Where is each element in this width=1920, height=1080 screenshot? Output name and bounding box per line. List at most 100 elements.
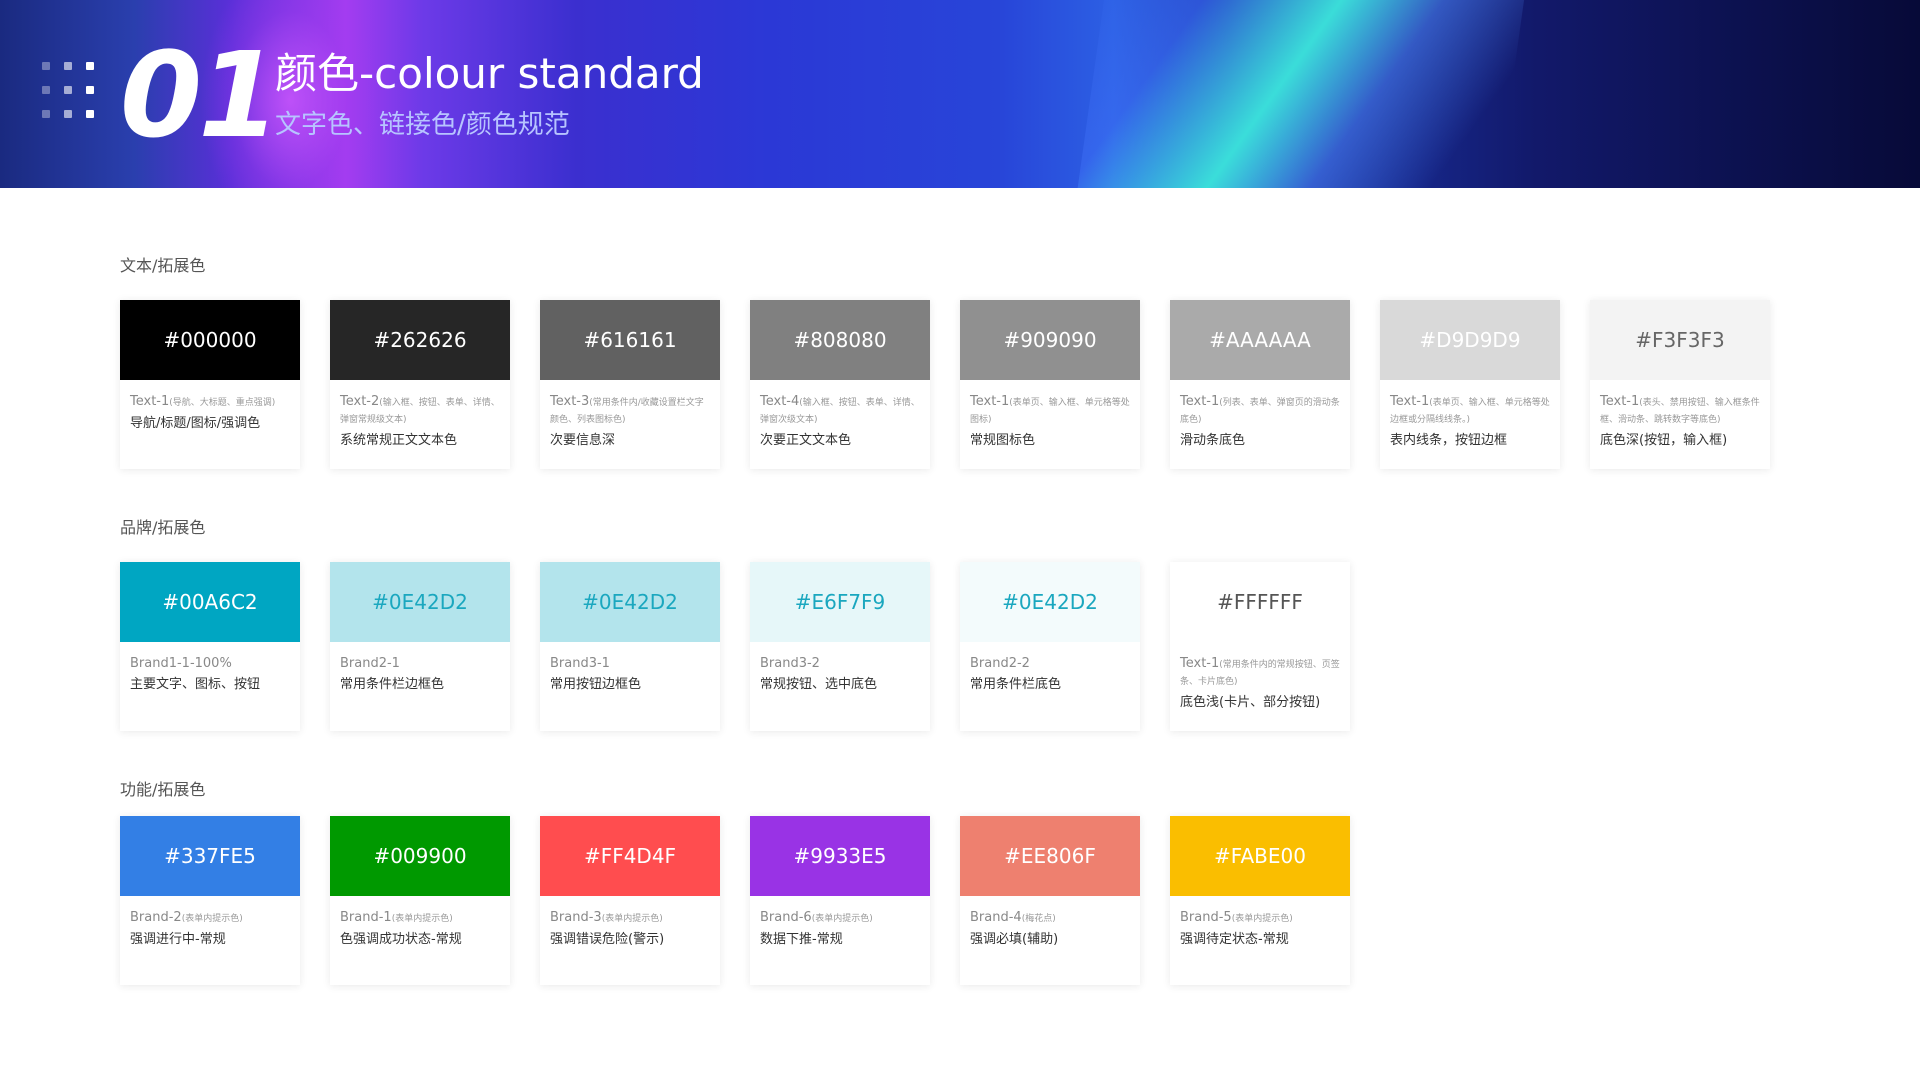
color-code-line: Text-1(表头、禁用按钮、输入框条件框、滑动条、跳转数字等底色) [1600, 394, 1760, 428]
color-info: Brand-6(表单内提示色) 数据下推-常规 [750, 896, 930, 949]
color-code: Brand3-2 [760, 656, 820, 671]
color-description: 常规图标色 [970, 433, 1036, 448]
color-code-line: Brand-1(表单内提示色) [340, 910, 500, 927]
color-code: Text-1 [1390, 394, 1430, 409]
color-usage-note: (表单内提示色) [811, 914, 873, 924]
color-card: #0E42D2 Brand2-2 常用条件栏底色 [960, 562, 1140, 731]
color-usage-note: (梅花点) [1021, 914, 1056, 924]
color-description: 滑动条底色 [1180, 433, 1246, 448]
color-code: Brand-6 [760, 910, 812, 925]
color-swatch: #009900 [330, 816, 510, 896]
color-swatch: #FFFFFF [1170, 562, 1350, 642]
color-code-line: Brand3-2 [760, 656, 920, 672]
section-number: 01 [120, 26, 280, 164]
color-info: Brand2-1 常用条件栏边框色 [330, 642, 510, 694]
color-swatch: #F3F3F3 [1590, 300, 1770, 380]
color-code-line: Brand3-1 [550, 656, 710, 672]
color-description: 主要文字、图标、按钮 [130, 677, 261, 692]
color-code: Text-4 [760, 394, 800, 409]
color-code-line: Brand-5(表单内提示色) [1180, 910, 1340, 927]
color-description: 系统常规正文文本色 [340, 433, 458, 448]
color-description: 常规按钮、选中底色 [760, 677, 878, 692]
color-card: #F3F3F3 Text-1(表头、禁用按钮、输入框条件框、滑动条、跳转数字等底色… [1590, 300, 1770, 469]
color-code: Brand-5 [1180, 910, 1232, 925]
color-description: 底色深(按钮，输入框) [1600, 433, 1728, 448]
color-code: Brand-4 [970, 910, 1022, 925]
color-swatch: #00A6C2 [120, 562, 300, 642]
color-code: Brand-1 [340, 910, 392, 925]
color-swatch: #EE806F [960, 816, 1140, 896]
color-usage-note: (表单内提示色) [601, 914, 663, 924]
color-swatch: #9933E5 [750, 816, 930, 896]
color-swatch: #0E42D2 [330, 562, 510, 642]
section-label: 品牌/拓展色 [120, 518, 206, 537]
color-card: #808080 Text-4(输入框、按钮、表单、详情、弹窗次级文本) 次要正文文本… [750, 300, 930, 469]
color-info: Brand-2(表单内提示色) 强调进行中-常规 [120, 896, 300, 949]
color-info: Brand-4(梅花点) 强调必填(辅助) [960, 896, 1140, 949]
color-card: #0E42D2 Brand3-1 常用按钮边框色 [540, 562, 720, 731]
color-code-line: Brand2-1 [340, 656, 500, 672]
color-code-line: Brand2-2 [970, 656, 1130, 672]
color-code-line: Text-2(输入框、按钮、表单、详情、弹窗常规级文本) [340, 394, 500, 428]
color-card: #00A6C2 Brand1-1-100% 主要文字、图标、按钮 [120, 562, 300, 731]
color-code-line: Text-3(常用条件内/收藏设置栏文字颜色、列表图标色) [550, 394, 710, 428]
color-info: Brand-3(表单内提示色) 强调错误危险(警示) [540, 896, 720, 949]
color-card: #337FE5 Brand-2(表单内提示色) 强调进行中-常规 [120, 816, 300, 985]
section-label: 功能/拓展色 [120, 780, 206, 799]
color-code-line: Brand-6(表单内提示色) [760, 910, 920, 927]
color-info: Text-1(列表、表单、弹窗页的滑动条底色) 滑动条底色 [1170, 380, 1350, 450]
color-code-line: Text-4(输入框、按钮、表单、详情、弹窗次级文本) [760, 394, 920, 428]
color-swatch: #0E42D2 [960, 562, 1140, 642]
color-info: Brand-5(表单内提示色) 强调待定状态-常规 [1170, 896, 1350, 949]
color-card: #AAAAAA Text-1(列表、表单、弹窗页的滑动条底色) 滑动条底色 [1170, 300, 1350, 469]
color-code: Text-3 [550, 394, 590, 409]
color-description: 表内线条，按钮边框 [1390, 433, 1508, 448]
color-code-line: Text-1(表单页、输入框、单元格等处图标) [970, 394, 1130, 428]
color-code-line: Brand-2(表单内提示色) [130, 910, 290, 927]
color-code: Text-1 [1180, 656, 1220, 671]
color-description: 强调进行中-常规 [130, 932, 226, 947]
color-card: #0E42D2 Brand2-1 常用条件栏边框色 [330, 562, 510, 731]
color-code-line: Text-1(导航、大标题、重点强调) [130, 394, 290, 411]
color-info: Brand2-2 常用条件栏底色 [960, 642, 1140, 694]
color-info: Text-1(表头、禁用按钮、输入框条件框、滑动条、跳转数字等底色) 底色深(按钮… [1590, 380, 1770, 450]
color-swatch: #000000 [120, 300, 300, 380]
color-code: Brand-3 [550, 910, 602, 925]
color-card: #D9D9D9 Text-1(表单页、输入框、单元格等处边框或分隔线线条。) 表内线… [1380, 300, 1560, 469]
color-code: Text-1 [970, 394, 1010, 409]
color-code-line: Brand1-1-100% [130, 656, 290, 672]
color-info: Text-1(常用条件内的常规按钮、页签条、卡片底色) 底色浅(卡片、部分按钮) [1170, 642, 1350, 712]
color-info: Text-1(表单页、输入框、单元格等处边框或分隔线线条。) 表内线条，按钮边框 [1380, 380, 1560, 450]
color-code: Brand2-2 [970, 656, 1030, 671]
color-code: Brand3-1 [550, 656, 610, 671]
color-card: #9933E5 Brand-6(表单内提示色) 数据下推-常规 [750, 816, 930, 985]
color-info: Brand3-1 常用按钮边框色 [540, 642, 720, 694]
color-description: 强调错误危险(警示) [550, 932, 665, 947]
color-card: #FF4D4F Brand-3(表单内提示色) 强调错误危险(警示) [540, 816, 720, 985]
color-card: #000000 Text-1(导航、大标题、重点强调) 导航/标题/图标/强调色 [120, 300, 300, 469]
color-description: 强调待定状态-常规 [1180, 932, 1289, 947]
color-description: 常用条件栏边框色 [340, 677, 445, 692]
color-code: Brand-2 [130, 910, 182, 925]
color-description: 常用按钮边框色 [550, 677, 642, 692]
color-info: Text-1(导航、大标题、重点强调) 导航/标题/图标/强调色 [120, 380, 300, 433]
color-code: Text-2 [340, 394, 380, 409]
color-swatch: #808080 [750, 300, 930, 380]
color-usage-note: (导航、大标题、重点强调) [169, 398, 276, 408]
color-usage-note: (表单内提示色) [181, 914, 243, 924]
color-card: #FFFFFF Text-1(常用条件内的常规按钮、页签条、卡片底色) 底色浅(卡片… [1170, 562, 1350, 731]
color-swatch: #D9D9D9 [1380, 300, 1560, 380]
color-code: Brand2-1 [340, 656, 400, 671]
color-swatch: #0E42D2 [540, 562, 720, 642]
color-description: 数据下推-常规 [760, 932, 843, 947]
color-card: #262626 Text-2(输入框、按钮、表单、详情、弹窗常规级文本) 系统常规正… [330, 300, 510, 469]
color-code: Text-1 [1180, 394, 1220, 409]
color-description: 次要正文文本色 [760, 433, 852, 448]
color-card: #FABE00 Brand-5(表单内提示色) 强调待定状态-常规 [1170, 816, 1350, 985]
color-code-line: Text-1(表单页、输入框、单元格等处边框或分隔线线条。) [1390, 394, 1550, 428]
color-swatch: #FF4D4F [540, 816, 720, 896]
color-usage-note: (表单内提示色) [391, 914, 453, 924]
color-info: Text-1(表单页、输入框、单元格等处图标) 常规图标色 [960, 380, 1140, 450]
color-card: #616161 Text-3(常用条件内/收藏设置栏文字颜色、列表图标色) 次要信息… [540, 300, 720, 469]
color-code-line: Text-1(列表、表单、弹窗页的滑动条底色) [1180, 394, 1340, 428]
